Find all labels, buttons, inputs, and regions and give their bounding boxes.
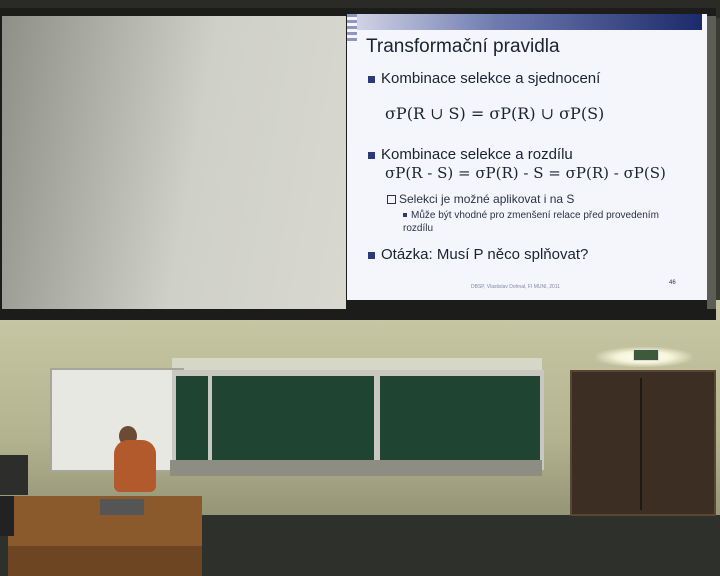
slide-bullet-1-text: Kombinace selekce a sjednocení <box>381 70 601 87</box>
door-split <box>640 378 642 510</box>
chalk-rail <box>170 460 542 476</box>
chalkboard-panel <box>176 376 208 460</box>
slide-formula-2: σP(R - S) = σP(R) - S = σP(R) - σP(S) <box>385 164 666 182</box>
slide-sub-sub-bullet-1-text: Může být vhodné pro zmenšení relace před… <box>403 210 659 234</box>
projection-screen-blank-area <box>2 16 346 309</box>
small-square-bullet-icon <box>403 213 407 218</box>
chalkboard-panel <box>380 376 540 460</box>
bullet-square-icon <box>368 251 375 259</box>
door <box>570 370 716 516</box>
checkbox-bullet-icon <box>387 195 396 205</box>
bullet-square-icon <box>368 75 375 83</box>
laptop <box>100 499 144 515</box>
slide-sub-bullet-1-text: Selekci je možné aplikovat i na S <box>399 192 575 206</box>
projection-screen-edge <box>707 16 716 309</box>
slide-bullet-2-text: Kombinace selekce a rozdílu <box>381 146 573 163</box>
slide-header-bar <box>357 14 702 30</box>
slide-bullet-2: Kombinace selekce a rozdílu <box>368 146 573 163</box>
monitor <box>0 496 14 536</box>
bullet-square-icon <box>368 151 375 159</box>
speaker <box>0 455 28 495</box>
slide-bullet-3: Otázka: Musí P něco splňovat? <box>368 246 588 263</box>
slide-sub-bullet-1: Selekci je možné aplikovat i na S <box>387 192 574 206</box>
slide-title: Transformační pravidla <box>366 36 560 57</box>
slide-bullet-1: Kombinace selekce a sjednocení <box>368 70 600 87</box>
slide-page-number: 46 <box>669 280 676 286</box>
slide-formula-1: σP(R ∪ S) = σP(R) ∪ σP(S) <box>385 104 605 123</box>
exit-sign <box>633 349 659 361</box>
slide-corner-decoration <box>347 14 357 44</box>
lecturer <box>114 440 156 492</box>
slide-sub-sub-bullet-1: Může být vhodné pro zmenšení relace před… <box>403 209 673 235</box>
lectern-desk-front <box>8 546 202 576</box>
slide-bullet-3-text: Otázka: Musí P něco splňovat? <box>381 246 589 263</box>
slide-footer: DBSP, Vlastislav Dohnal, FI MUNI, 2011 <box>471 284 561 290</box>
projected-slide: Transformační pravidla Kombinace selekce… <box>347 14 707 300</box>
chalkboard-panel <box>212 376 374 460</box>
